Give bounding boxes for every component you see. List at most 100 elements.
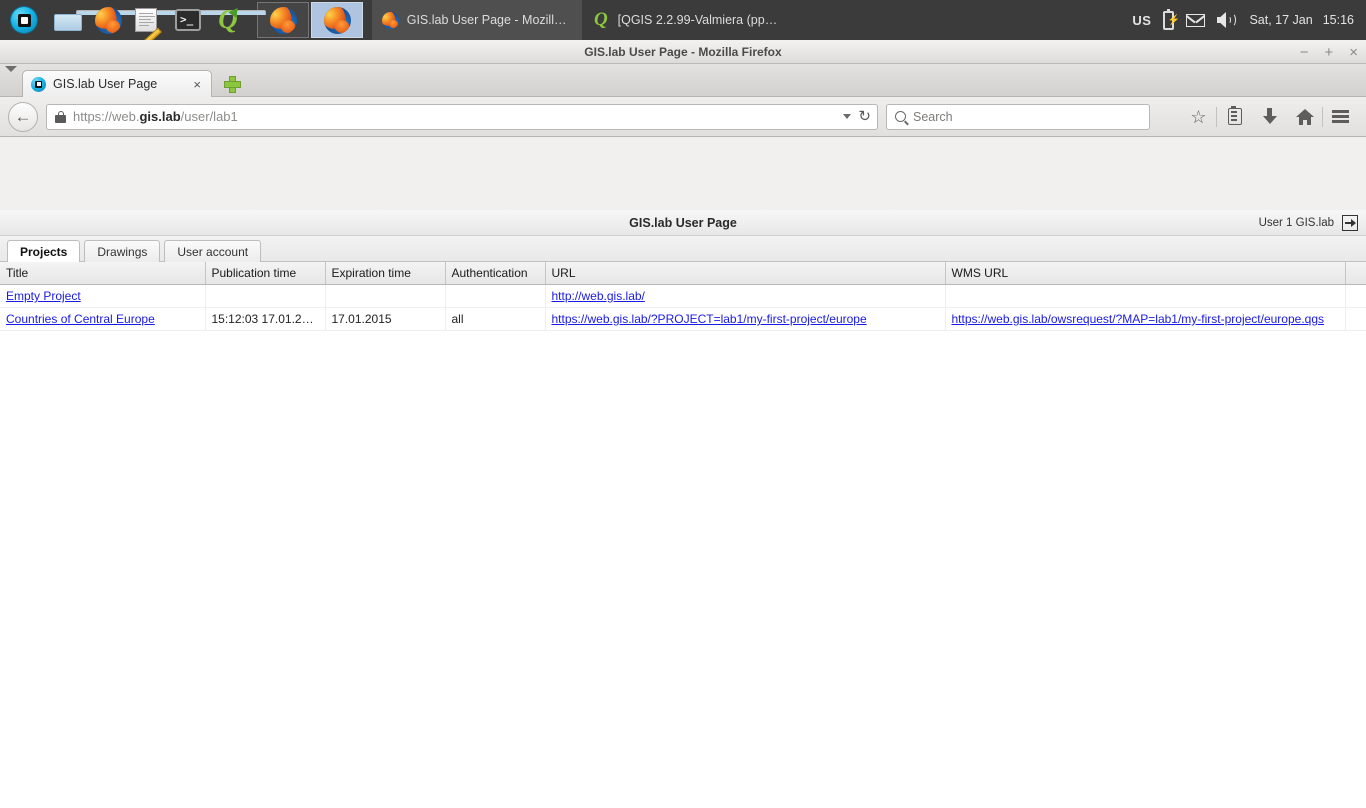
url-scheme: https://web. (73, 109, 140, 124)
downloads-button[interactable] (1252, 102, 1287, 132)
firefox-icon (382, 11, 399, 29)
clock[interactable]: Sat, 17 Jan 15:16 (1249, 13, 1354, 27)
start-menu-button[interactable] (0, 0, 48, 40)
workspace-1[interactable] (257, 2, 309, 38)
cell-spacer (1345, 284, 1366, 308)
taskbar-window-label: [QGIS 2.2.99-Valmiera (ppa:... (617, 13, 782, 27)
close-button[interactable]: × (1347, 45, 1360, 60)
tab-drawings[interactable]: Drawings (84, 240, 161, 262)
cell-expiration-time: 17.01.2015 (325, 307, 446, 331)
system-taskbar: >_ Q GIS.lab User Page - Mozilla ... Q [… (0, 0, 1366, 46)
project-link[interactable]: Empty Project (6, 289, 81, 303)
user-label: User 1 GIS.lab (1258, 217, 1334, 229)
navbar-icon-group: ☆ (1181, 102, 1358, 132)
reader-list-icon (1227, 106, 1242, 125)
menu-button[interactable] (1323, 102, 1358, 132)
project-link[interactable]: Countries of Central Europe (6, 312, 155, 326)
page-header: GIS.lab User Page User 1 GIS.lab (0, 210, 1366, 236)
column-header-publication-time[interactable]: Publication time (205, 262, 326, 285)
url-bar[interactable]: https://web.gis.lab/user/lab1 ↻ (46, 103, 878, 130)
cell-authentication: all (445, 307, 546, 331)
home-icon (1295, 108, 1314, 125)
downloads-icon (1262, 108, 1277, 125)
browser-navbar: ← https://web.gis.lab/user/lab1 ↻ Search… (0, 97, 1366, 137)
terminal-launcher[interactable]: >_ (168, 0, 208, 40)
maximize-button[interactable]: + (1322, 45, 1335, 60)
firefox-icon (94, 6, 122, 34)
cell-publication-time: 15:12:03 17.01.2015 (205, 307, 326, 331)
firefox-launcher[interactable] (88, 0, 128, 40)
search-bar[interactable]: Search (886, 103, 1150, 130)
tab-projects[interactable]: Projects (7, 240, 81, 262)
tab-label: Projects (20, 244, 68, 259)
back-button[interactable]: ← (8, 101, 38, 132)
column-header-url[interactable]: URL (545, 262, 946, 285)
clock-time: 15:16 (1322, 13, 1354, 27)
column-header-title[interactable]: Title (0, 262, 206, 285)
window-title: GIS.lab User Page - Mozilla Firefox (584, 44, 782, 59)
taskbar-window-qgis[interactable]: Q [QGIS 2.2.99-Valmiera (ppa:... (582, 0, 792, 40)
volume-icon[interactable] (1217, 12, 1237, 28)
keyboard-layout-indicator[interactable]: US (1132, 13, 1151, 28)
text-editor-launcher[interactable] (128, 0, 168, 46)
battery-charging-icon[interactable]: ⚡ (1163, 8, 1180, 30)
project-url-link[interactable]: http://web.gis.lab/ (552, 289, 645, 303)
cell-wms-url (945, 284, 1346, 308)
firefox-icon (269, 6, 297, 34)
folder-icon (54, 9, 266, 31)
browser-tab-label: GIS.lab User Page (53, 77, 158, 91)
menu-icon (1332, 110, 1349, 123)
terminal-icon: >_ (175, 9, 201, 31)
qgis-launcher[interactable]: Q (208, 0, 248, 40)
home-button[interactable] (1287, 102, 1322, 132)
taskbar-window-firefox[interactable]: GIS.lab User Page - Mozilla ... (372, 0, 582, 40)
table-row: Empty Project http://web.gis.lab/ (0, 284, 1366, 308)
workspace-2[interactable] (311, 2, 363, 38)
tab-label: User account (177, 244, 249, 259)
search-icon (895, 111, 906, 122)
tab-label: Drawings (97, 244, 148, 259)
taskbar-window-label: GIS.lab User Page - Mozilla ... (406, 13, 572, 27)
tab-user-account[interactable]: User account (164, 240, 262, 262)
cell-spacer (1345, 307, 1366, 331)
bookmark-star-button[interactable]: ☆ (1181, 102, 1216, 132)
close-icon[interactable]: × (191, 78, 203, 91)
project-url-link[interactable]: https://web.gis.lab/?PROJECT=lab1/my-fir… (552, 312, 867, 326)
file-manager-launcher[interactable] (48, 0, 266, 40)
url-path: /user/lab1 (180, 109, 238, 124)
page-content: GIS.lab User Page User 1 GIS.lab Project… (0, 210, 1366, 808)
page-tabs: Projects Drawings User account (0, 236, 1366, 262)
workspace-switcher (256, 0, 364, 40)
user-box: User 1 GIS.lab (1259, 210, 1358, 236)
tab-list-chevron-down-icon[interactable] (5, 66, 17, 72)
column-header-authentication[interactable]: Authentication (445, 262, 546, 285)
window-titlebar: GIS.lab User Page - Mozilla Firefox − + … (0, 40, 1366, 64)
cell-wms-url: https://web.gis.lab/owsrequest/?MAP=lab1… (945, 307, 1346, 331)
cell-publication-time (205, 284, 326, 308)
window-controls: − + × (1298, 40, 1360, 64)
url-text: https://web.gis.lab/user/lab1 (73, 109, 836, 124)
table-row: Countries of Central Europe 15:12:03 17.… (0, 307, 1366, 331)
reader-list-button[interactable] (1217, 102, 1252, 132)
chevron-down-icon[interactable] (843, 114, 852, 119)
minimize-button[interactable]: − (1298, 45, 1311, 60)
firefox-window: GIS.lab User Page - Mozilla Firefox − + … (0, 40, 1366, 808)
firefox-icon (323, 6, 351, 34)
new-tab-button[interactable] (220, 70, 242, 97)
projects-table: Title Publication time Expiration time A… (0, 262, 1366, 331)
search-placeholder: Search (913, 109, 953, 124)
project-wms-link[interactable]: https://web.gis.lab/owsrequest/?MAP=lab1… (952, 312, 1325, 326)
browser-tab-gislab[interactable]: GIS.lab User Page × (22, 70, 212, 97)
cell-title: Empty Project (0, 284, 206, 308)
gislab-favicon (31, 76, 46, 92)
lock-icon (55, 110, 66, 123)
star-icon: ☆ (1190, 106, 1207, 127)
url-domain: gis.lab (139, 109, 181, 124)
cell-url: http://web.gis.lab/ (545, 284, 946, 308)
logout-icon[interactable] (1342, 215, 1358, 231)
reload-icon[interactable]: ↻ (858, 109, 871, 124)
system-tray: US ⚡ Sat, 17 Jan 15:16 (1132, 8, 1366, 30)
mail-icon[interactable] (1186, 13, 1206, 27)
column-header-expiration-time[interactable]: Expiration time (325, 262, 446, 285)
column-header-wms-url[interactable]: WMS URL (945, 262, 1346, 285)
